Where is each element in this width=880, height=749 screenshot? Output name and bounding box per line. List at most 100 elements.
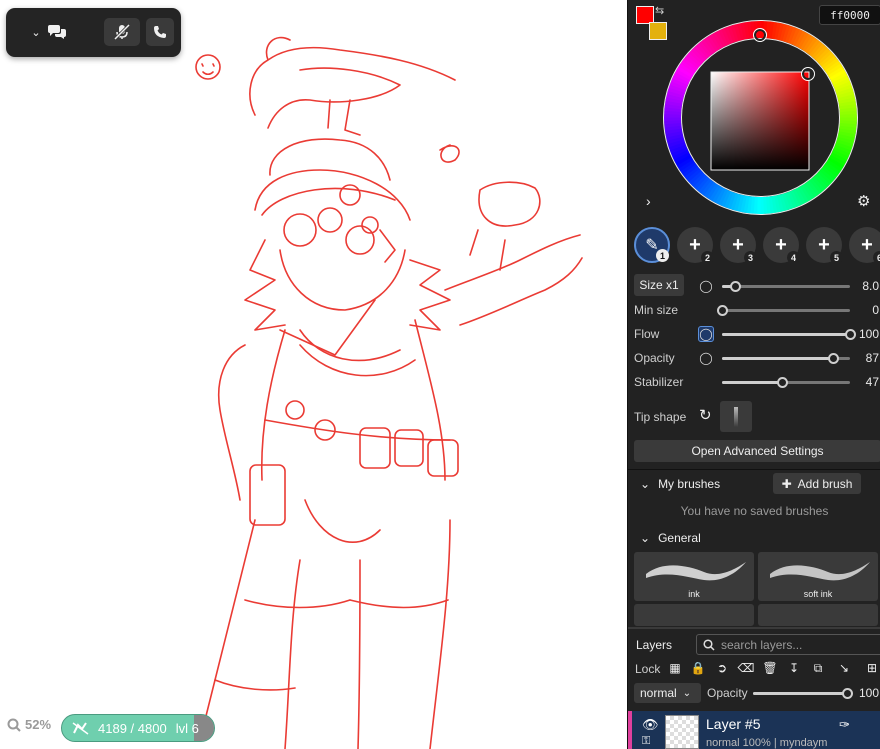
chevron-down-icon: ⌄	[640, 477, 651, 491]
divider	[628, 469, 880, 470]
clip-layer-icon[interactable]: ↘	[836, 660, 852, 676]
sync-progress: 4189 / 4800 lvl 6	[61, 714, 215, 742]
delete-layer-icon[interactable]: 🗑	[762, 660, 778, 676]
move-layer-icon[interactable]: ➲	[714, 660, 730, 676]
reset-icon[interactable]: ↻	[699, 406, 712, 424]
plus-icon: +	[689, 233, 701, 256]
lock-label: Lock	[635, 662, 661, 676]
plus-icon: +	[775, 233, 787, 256]
layer-opacity-label: Opacity	[707, 686, 748, 700]
my-brushes-header[interactable]: ⌄ My brushes	[640, 477, 720, 491]
my-brushes-title: My brushes	[658, 477, 721, 491]
plus-icon: +	[861, 233, 873, 256]
drawing-canvas[interactable]: ⌄ 52% 4189 / 4800 lvl 6	[0, 0, 627, 749]
merge-down-icon[interactable]: ↧	[786, 660, 802, 676]
brush-slot-3[interactable]: +3	[720, 227, 757, 264]
soft-ink-stroke-preview	[770, 562, 870, 581]
brush-slot-number: 1	[656, 249, 669, 262]
size-slider[interactable]	[722, 281, 850, 292]
layer-thumbnail	[665, 715, 699, 749]
brush-slot-5[interactable]: +5	[806, 227, 843, 264]
general-title: General	[658, 531, 701, 545]
pressure-flow-icon[interactable]: ◯	[698, 326, 714, 342]
duplicate-layer-icon[interactable]: ⧉	[810, 660, 826, 676]
phone-icon	[154, 26, 166, 38]
flow-label: Flow	[634, 327, 660, 341]
flow-row: Flow ◯ 100	[634, 324, 880, 344]
min-size-row: Min size 0	[634, 300, 880, 320]
plus-icon: +	[818, 233, 830, 256]
canvas-sketch	[195, 36, 583, 749]
layer-search-input[interactable]: search layers...	[696, 634, 880, 655]
zoom-indicator[interactable]: 52%	[7, 717, 51, 732]
size-row: Size x1 ◯ 8.0	[634, 274, 880, 296]
tip-shape-label: Tip shape	[634, 410, 687, 424]
gear-icon[interactable]: ⚙	[857, 192, 870, 210]
swap-colors-icon[interactable]: ⇆	[655, 4, 664, 17]
color-wheel[interactable]	[663, 20, 858, 215]
add-brush-button[interactable]: ✚ Add brush	[773, 473, 861, 494]
clear-layer-icon[interactable]: ⌫	[738, 660, 755, 676]
pressure-size-icon[interactable]: ◯	[698, 278, 714, 294]
advanced-settings-button[interactable]: Open Advanced Settings	[634, 440, 880, 462]
size-value: 8.0	[862, 279, 879, 293]
opacity-slider[interactable]	[722, 353, 850, 364]
layer-opacity-slider[interactable]	[753, 688, 853, 699]
layer-opacity-value: 100	[859, 686, 880, 700]
brush-slot-number: 6	[873, 251, 880, 264]
brush-card-soft-ink[interactable]: soft ink	[758, 552, 878, 601]
chat-toggle-button[interactable]: ⌄	[20, 18, 78, 46]
lock-icon[interactable]: 🔒	[690, 660, 706, 676]
search-placeholder: search layers...	[721, 637, 803, 652]
chevron-down-icon: ⌄	[682, 687, 692, 699]
size-multiplier-button[interactable]: Size x1	[634, 274, 684, 296]
chat-bubbles-icon	[47, 25, 66, 39]
eye-icon[interactable]: 👁	[642, 717, 659, 733]
min-size-slider[interactable]	[717, 305, 850, 316]
brush-card[interactable]	[634, 604, 754, 626]
blend-mode-select[interactable]: normal ⌄	[634, 683, 701, 703]
ink-stroke-preview	[646, 562, 746, 581]
brush-card[interactable]	[758, 604, 878, 626]
divider	[628, 627, 880, 629]
add-layer-icon[interactable]: ⊞	[864, 660, 880, 676]
layer-row[interactable]: 👁 ⚿ Layer #5 normal 100% | myndaym ✑	[628, 711, 880, 749]
tip-shape-preview[interactable]	[720, 401, 752, 432]
brush-slot-number: 2	[701, 251, 714, 264]
opacity-label: Opacity	[634, 351, 675, 365]
brush-slot-4[interactable]: +4	[763, 227, 800, 264]
flow-value: 100	[858, 327, 879, 341]
empty-brushes-text: You have no saved brushes	[680, 504, 829, 518]
brush-slot-6[interactable]: +6	[849, 227, 880, 264]
min-size-label: Min size	[634, 303, 679, 317]
mute-button[interactable]	[104, 18, 140, 46]
flow-slider[interactable]	[722, 329, 856, 340]
chat-toolbar: ⌄	[6, 8, 181, 57]
stabilizer-slider[interactable]	[722, 377, 850, 388]
opacity-row: Opacity ◯ 87	[634, 348, 880, 368]
chevron-down-icon: ⌄	[31, 26, 41, 39]
brush-slot-2[interactable]: +2	[677, 227, 714, 264]
brush-slot-number: 3	[744, 251, 757, 264]
add-brush-label: Add brush	[797, 476, 853, 491]
brush-card-ink[interactable]: ink	[634, 552, 754, 601]
brush-name: soft ink	[803, 589, 833, 599]
general-header[interactable]: ⌄ General	[640, 531, 701, 545]
lock-transparency-icon[interactable]: ▦	[667, 660, 683, 676]
blend-mode-value: normal	[640, 686, 677, 700]
lock-visibility-icon[interactable]: ⚿	[642, 735, 650, 748]
mic-off-icon	[114, 24, 130, 40]
plus-icon: +	[732, 233, 744, 256]
call-button[interactable]	[146, 18, 174, 46]
sync-count: 4189 / 4800	[98, 720, 167, 736]
magnifier-icon	[7, 718, 21, 732]
brush-icon: ✑	[839, 717, 850, 732]
sync-off-icon	[72, 722, 89, 735]
brush-slot-1[interactable]: ✎ 1	[634, 227, 670, 263]
pressure-opacity-icon[interactable]: ◯	[698, 350, 714, 366]
stabilizer-value: 47	[865, 375, 879, 389]
brush-slot-number: 5	[830, 251, 843, 264]
layer-meta: normal 100% | myndaym	[706, 737, 828, 749]
layer-name: Layer #5	[706, 716, 761, 732]
chevron-right-icon[interactable]: ›	[646, 193, 651, 209]
